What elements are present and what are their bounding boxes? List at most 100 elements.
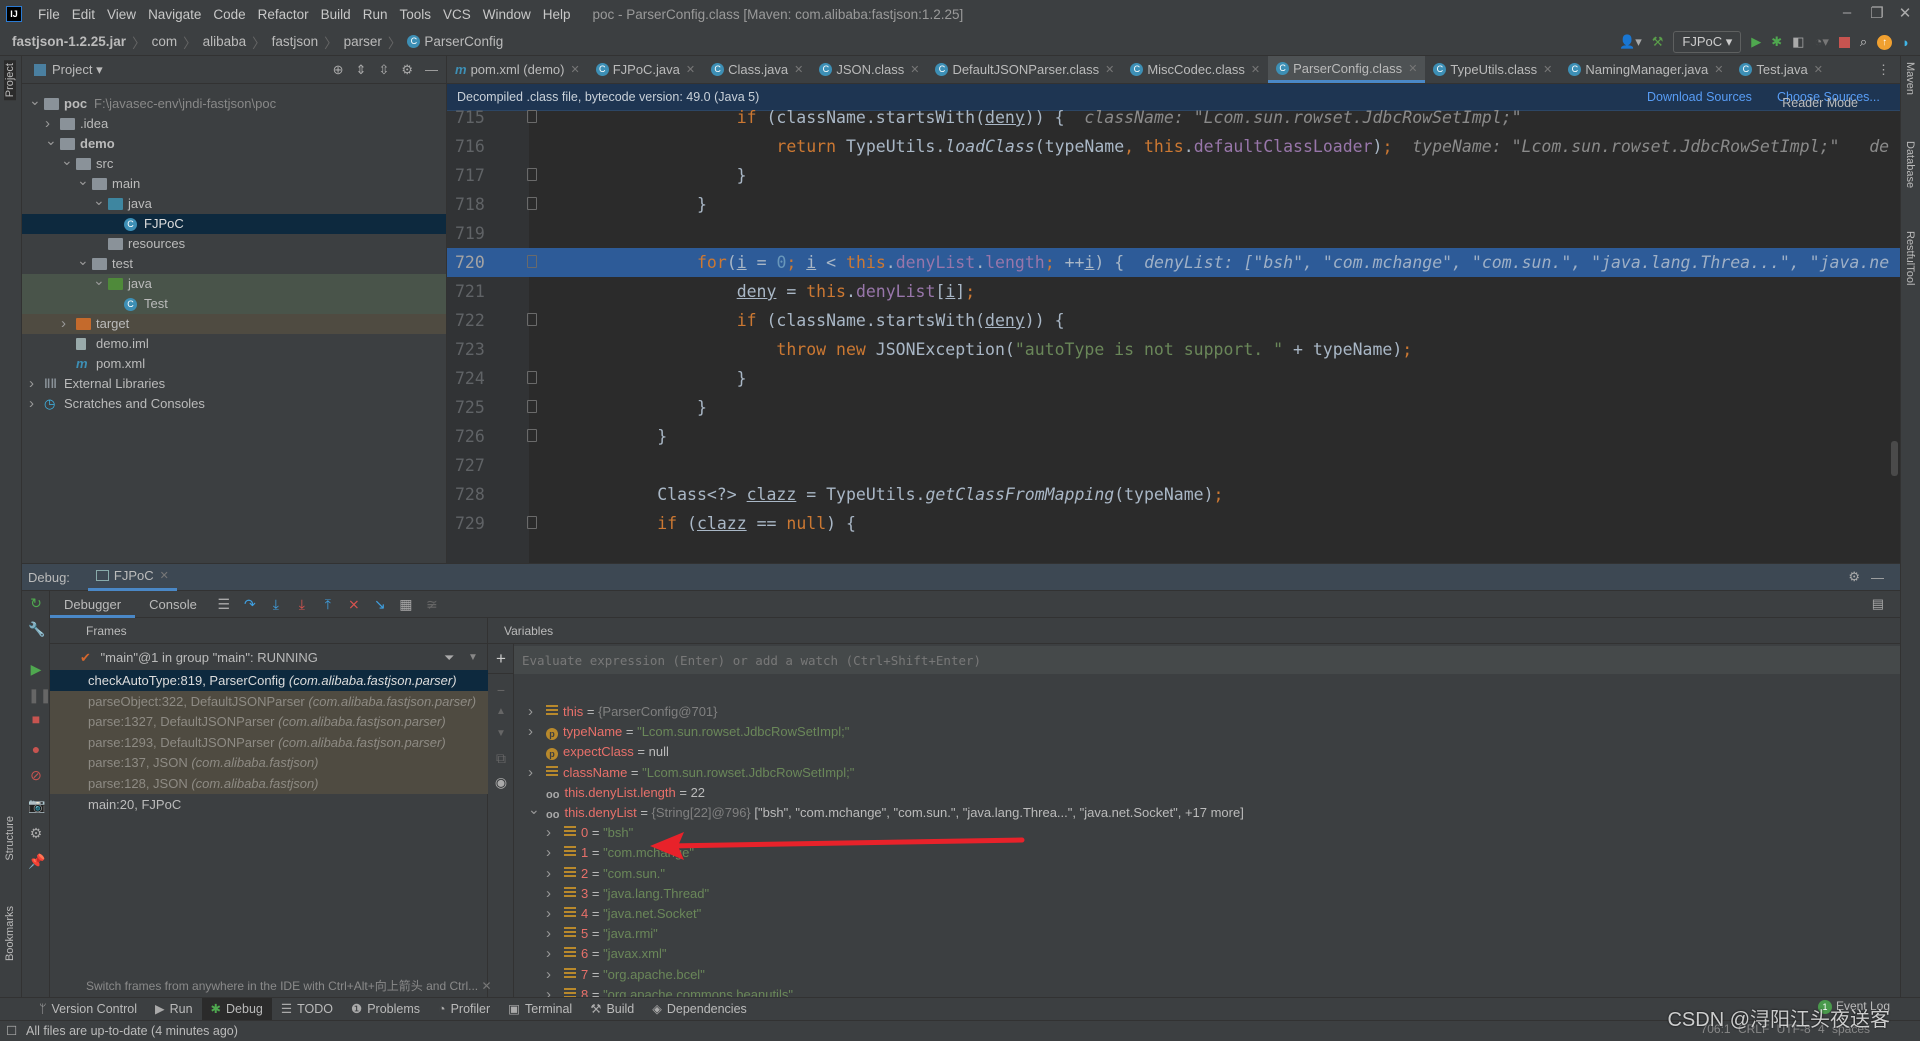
code-line[interactable]: 726 }: [447, 422, 1900, 451]
stop-icon[interactable]: ■: [28, 711, 44, 727]
fold-marker-icon[interactable]: [527, 313, 537, 326]
mute-breakpoints-icon[interactable]: ⊘: [28, 767, 44, 784]
chevron-right-icon[interactable]: ›: [29, 374, 41, 394]
hide-icon[interactable]: —: [425, 62, 438, 78]
build-hammer-icon[interactable]: ⚒: [1652, 34, 1664, 50]
menu-vcs[interactable]: VCS: [437, 7, 477, 22]
tool-profiler[interactable]: ◔ Profiler: [429, 998, 499, 1021]
toolbox-icon[interactable]: ◗: [1902, 35, 1910, 50]
restore-button[interactable]: ❐: [1862, 4, 1892, 22]
tab-defaultjsonparser-class[interactable]: C DefaultJSONParser.class ✕: [927, 56, 1122, 83]
update-icon[interactable]: ↑: [1877, 34, 1893, 50]
run-config-select[interactable]: FJPoC ▾: [1673, 31, 1742, 53]
more-tabs-icon[interactable]: ⋮: [1867, 56, 1900, 83]
tree-item[interactable]: ⌄ java: [22, 272, 446, 294]
fold-marker-icon[interactable]: [527, 197, 537, 210]
stop-icon[interactable]: [1838, 36, 1850, 48]
expand-all-icon[interactable]: ⇕: [356, 62, 367, 78]
maven-tool-button[interactable]: Maven: [1904, 62, 1916, 95]
pause-icon[interactable]: ❚❚: [28, 687, 51, 704]
chevron-down-icon[interactable]: ⌄: [93, 190, 105, 210]
settings-side-icon[interactable]: ⚙: [28, 825, 44, 842]
code-line[interactable]: 716 return TypeUtils.loadClass(typeName,…: [447, 132, 1900, 161]
stack-frame[interactable]: main:20, FJPoC: [50, 794, 488, 815]
tab-namingmanager-java[interactable]: C NamingManager.java ✕: [1560, 56, 1731, 83]
tab-console[interactable]: Console: [135, 591, 211, 618]
fold-marker-icon[interactable]: [527, 400, 537, 413]
chevron-down-icon[interactable]: ⌄: [77, 250, 89, 270]
close-tab-icon[interactable]: ✕: [1714, 63, 1723, 76]
variable-row[interactable]: ⌄ oo this.denyList = {String[22]@796} ["bs…: [528, 801, 1244, 823]
tab-fjpoc-java[interactable]: C FJPoC.java ✕: [588, 56, 703, 83]
tool-version-control[interactable]: ᛘ Version Control: [30, 998, 146, 1021]
tree-item[interactable]: › .idea: [22, 114, 446, 134]
stack-frame[interactable]: parseObject:322, DefaultJSONParser (com.…: [50, 690, 488, 712]
close-tab-icon[interactable]: ✕: [794, 63, 803, 76]
evaluate-expression-input[interactable]: [514, 646, 1900, 674]
breadcrumb-item[interactable]: com: [152, 34, 178, 49]
search-icon[interactable]: ⌕: [1860, 34, 1867, 50]
debug-session-tab[interactable]: FJPoC ✕: [87, 564, 177, 591]
tree-item[interactable]: ⌄ main: [22, 172, 446, 194]
run-to-cursor-icon[interactable]: ↘: [367, 596, 393, 613]
code-line[interactable]: 717 }: [447, 161, 1900, 190]
camera-icon[interactable]: 📷: [28, 797, 45, 814]
step-out-icon[interactable]: ⤒: [315, 596, 341, 613]
thread-dropdown-icon[interactable]: ▼: [468, 647, 478, 669]
breadcrumb-item[interactable]: ParserConfig: [424, 34, 503, 49]
stack-frame[interactable]: parse:1293, DefaultJSONParser (com.aliba…: [50, 731, 488, 753]
minimize-button[interactable]: –: [1832, 4, 1862, 21]
tree-item[interactable]: ⌄ java: [22, 192, 446, 214]
tree-item[interactable]: ⌄ poc F:\javasec-env\jndi-fastjson\poc: [22, 92, 446, 114]
close-tab-icon[interactable]: ✕: [1105, 63, 1114, 76]
variable-row[interactable]: › 2 = "com.sun.": [546, 864, 665, 884]
tool-problems[interactable]: ❶ Problems: [342, 998, 429, 1021]
close-tab-icon[interactable]: ✕: [1408, 62, 1417, 75]
variable-row[interactable]: › 0 = "bsh": [546, 823, 633, 843]
chevron-right-icon[interactable]: ›: [546, 843, 551, 863]
chevron-right-icon[interactable]: ›: [29, 394, 41, 414]
fold-marker-icon[interactable]: [527, 255, 537, 268]
move-down-icon[interactable]: ▼: [493, 728, 509, 739]
move-up-icon[interactable]: ▲: [493, 706, 509, 717]
close-tab-icon[interactable]: ✕: [910, 63, 919, 76]
tab-test-java[interactable]: C Test.java ✕: [1731, 56, 1831, 83]
code-line[interactable]: 727: [447, 451, 1900, 480]
resume-icon[interactable]: ▶: [28, 661, 44, 678]
menu-file[interactable]: File: [32, 7, 66, 22]
tab-typeutils-class[interactable]: C TypeUtils.class ✕: [1425, 56, 1560, 83]
profile-icon[interactable]: ◔▾: [1814, 34, 1828, 50]
variable-row[interactable]: › className = "Lcom.sun.rowset.JdbcRowSet…: [528, 763, 854, 783]
variable-row[interactable]: › 5 = "java.rmi": [546, 924, 658, 944]
close-tab-icon[interactable]: ✕: [686, 63, 695, 76]
menu-run[interactable]: Run: [357, 7, 394, 22]
tab-misccodec-class[interactable]: C MiscCodec.class ✕: [1122, 56, 1268, 83]
collapse-all-icon[interactable]: ⇳: [378, 62, 389, 78]
chevron-right-icon[interactable]: ›: [546, 864, 551, 884]
download-sources-link[interactable]: Download Sources: [1647, 90, 1752, 104]
menu-tools[interactable]: Tools: [393, 7, 437, 22]
close-button[interactable]: ✕: [1890, 4, 1920, 22]
menu-refactor[interactable]: Refactor: [252, 7, 315, 22]
tree-item[interactable]: C FJPoC: [22, 214, 446, 234]
bookmarks-tool-button[interactable]: Bookmarks: [4, 906, 16, 961]
variable-row[interactable]: › 4 = "java.net.Socket": [546, 904, 701, 924]
chevron-down-icon[interactable]: ⌄: [45, 130, 57, 150]
tool-terminal[interactable]: ▣ Terminal: [499, 998, 581, 1021]
stack-frame[interactable]: parse:137, JSON (com.alibaba.fastjson): [50, 752, 488, 774]
pin-icon[interactable]: 📌: [28, 853, 45, 870]
tool-dependencies[interactable]: ◈ Dependencies: [643, 998, 756, 1021]
tool-build[interactable]: ⚒ Build: [581, 998, 643, 1021]
menu-edit[interactable]: Edit: [66, 7, 101, 22]
code-line[interactable]: 720 for(i = 0; i < this.denyList.length;…: [447, 248, 1900, 277]
duplicate-icon[interactable]: ⧉: [493, 750, 509, 767]
tree-item[interactable]: › ‖‖ External Libraries: [22, 374, 446, 394]
user-icon[interactable]: 👤▾: [1619, 34, 1642, 50]
code-line[interactable]: 721 deny = this.denyList[i];: [447, 277, 1900, 306]
project-view-select[interactable]: Project ▾: [52, 62, 103, 78]
remove-watch-icon[interactable]: −: [493, 682, 509, 698]
variable-row[interactable]: p expectClass = null: [546, 742, 669, 762]
hide-debug-icon[interactable]: —: [1871, 570, 1884, 585]
restfultool-tool-button[interactable]: RestfulTool: [1904, 231, 1916, 285]
breadcrumb-item[interactable]: fastjson-1.2.25.jar: [12, 34, 126, 49]
